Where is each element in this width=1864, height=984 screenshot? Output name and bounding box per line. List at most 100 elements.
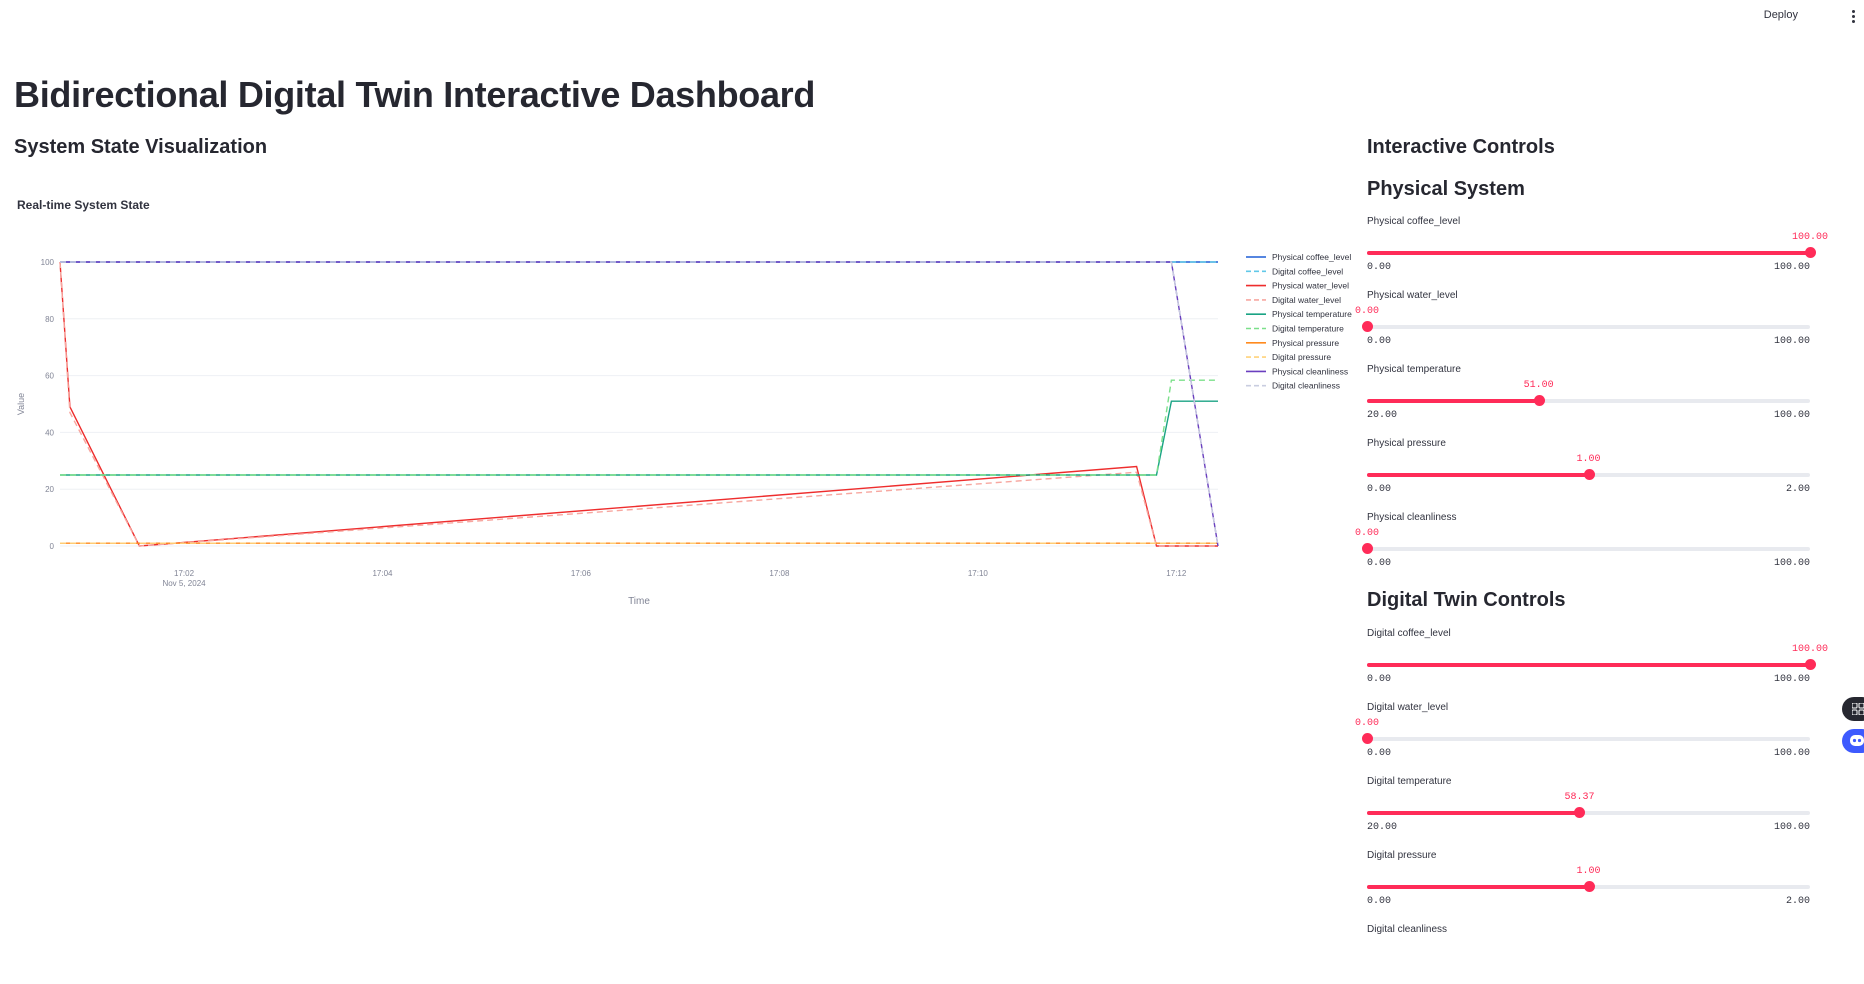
physical-slider-3[interactable]: Physical pressure 1.00 0.00 2.00 [1367, 438, 1810, 498]
legend-entry[interactable]: Digital cleanliness [1272, 381, 1340, 391]
physical-system-heading: Physical System [1367, 178, 1525, 200]
app-header: Deploy [0, 0, 1864, 34]
series-line-5 [60, 379, 1218, 476]
slider-min: 20.00 [1367, 822, 1398, 833]
slider-fill [1367, 399, 1539, 403]
kebab-menu-icon[interactable] [1852, 10, 1856, 25]
slider-label: Physical cleanliness [1367, 512, 1457, 523]
slider-value: 1.00 [1576, 454, 1601, 465]
series-line-9 [60, 261, 1219, 547]
legend-entry[interactable]: Physical cleanliness [1272, 366, 1348, 376]
series-line-4 [60, 400, 1218, 476]
slider-label: Physical pressure [1367, 438, 1446, 449]
slider-track[interactable] [1367, 807, 1810, 818]
x-tick-label: 17:10 [968, 569, 989, 578]
slider-label: Physical coffee_level [1367, 216, 1461, 227]
slider-min: 0.00 [1367, 748, 1392, 759]
x-tick-label: 17:02 [174, 569, 195, 578]
slider-min: 0.00 [1367, 558, 1392, 569]
slider-fill [1367, 473, 1589, 477]
slider-fill [1367, 811, 1580, 815]
bot-icon [1850, 735, 1864, 746]
slider-max: 100.00 [1773, 262, 1810, 273]
visualization-heading: System State Visualization [14, 136, 268, 158]
slider-thumb[interactable] [1533, 395, 1545, 406]
y-tick-label: 20 [45, 485, 54, 494]
slider-thumb[interactable] [1574, 807, 1586, 818]
slider-value: 0.00 [1354, 528, 1380, 539]
series-line-8 [60, 261, 1219, 547]
slider-thumb[interactable] [1805, 659, 1816, 670]
slider-label: Digital pressure [1367, 850, 1437, 861]
slider-fill [1367, 251, 1810, 255]
legend-entry[interactable]: Physical coffee_level [1272, 252, 1351, 262]
chart-series [59, 261, 1219, 547]
legend-entry[interactable]: Digital coffee_level [1272, 266, 1343, 276]
physical-slider-0[interactable]: Physical coffee_level 100.00 0.00 100.00 [1367, 216, 1828, 276]
series-line-3 [59, 261, 1218, 547]
slider-max: 2.00 [1785, 896, 1810, 907]
digital-slider-3[interactable]: Digital pressure 1.00 0.00 2.00 [1367, 850, 1810, 910]
digital-twin-heading: Digital Twin Controls [1367, 589, 1566, 611]
slider-track[interactable] [1362, 321, 1810, 332]
legend-entry[interactable]: Physical pressure [1272, 338, 1339, 348]
slider-track[interactable] [1367, 469, 1810, 480]
slider-track[interactable] [1367, 247, 1816, 258]
x-tick-label: 17:06 [571, 569, 592, 578]
slider-value: 100.00 [1791, 644, 1829, 655]
physical-slider-1[interactable]: Physical water_level 0.00 0.00 100.00 [1355, 290, 1810, 350]
y-tick-label: 40 [45, 428, 54, 437]
slider-min: 0.00 [1367, 336, 1392, 347]
x-tick-label: 17:04 [372, 569, 393, 578]
slider-track[interactable] [1367, 881, 1810, 892]
digital-slider-2[interactable]: Digital temperature 58.37 20.00 100.00 [1367, 776, 1810, 836]
slider-label: Physical temperature [1367, 364, 1461, 375]
chart-grid [60, 261, 1218, 547]
slider-min: 20.00 [1367, 410, 1398, 421]
legend-entry[interactable]: Digital temperature [1272, 324, 1344, 334]
slider-value: 100.00 [1791, 232, 1829, 243]
slider-label: Digital cleanliness [1367, 924, 1448, 935]
legend-entry[interactable]: Physical water_level [1272, 281, 1349, 291]
legend-entry[interactable]: Digital pressure [1272, 352, 1331, 362]
deploy-button[interactable]: Deploy [1764, 9, 1798, 21]
slider-value: 58.37 [1564, 792, 1595, 803]
assistant-fab-button[interactable] [1842, 729, 1864, 753]
y-tick-label: 60 [45, 372, 54, 381]
x-tick-label: 17:12 [1166, 569, 1187, 578]
physical-slider-2[interactable]: Physical temperature 51.00 20.00 100.00 [1367, 364, 1810, 424]
slider-thumb[interactable] [1583, 881, 1595, 892]
slider-thumb[interactable] [1805, 247, 1816, 258]
slider-max: 2.00 [1785, 484, 1810, 495]
digital-slider-0[interactable]: Digital coffee_level 100.00 0.00 100.00 [1367, 628, 1828, 688]
legend-entry[interactable]: Digital water_level [1272, 295, 1341, 305]
slider-track[interactable] [1367, 659, 1816, 670]
slider-label: Digital water_level [1367, 702, 1449, 713]
y-axis-label: Value [16, 393, 26, 415]
slider-thumb[interactable] [1362, 321, 1373, 332]
x-axis-label: Time [628, 596, 650, 607]
series-line-2 [59, 261, 1218, 547]
slider-label: Digital temperature [1367, 776, 1452, 787]
slider-thumb[interactable] [1362, 543, 1373, 554]
grid-icon [1852, 703, 1864, 715]
controls-heading: Interactive Controls [1367, 136, 1555, 158]
digital-slider-4[interactable]: Digital cleanliness [1367, 924, 1810, 984]
legend-entry[interactable]: Physical temperature [1272, 309, 1352, 319]
y-tick-label: 0 [50, 542, 55, 551]
slider-fill [1367, 663, 1810, 667]
line-chart[interactable]: 0 20 40 60 80 100 17:02Nov 5, 2024 17:04 17:06 17… [14, 190, 1354, 620]
slider-max: 100.00 [1773, 748, 1810, 759]
apps-fab-button[interactable] [1842, 697, 1864, 721]
digital-slider-1[interactable]: Digital water_level 0.00 0.00 100.00 [1355, 702, 1810, 762]
physical-slider-4[interactable]: Physical cleanliness 0.00 0.00 100.00 [1355, 512, 1810, 572]
slider-thumb[interactable] [1583, 469, 1595, 480]
slider-track[interactable] [1367, 395, 1810, 406]
y-tick-label: 80 [45, 315, 54, 324]
slider-max: 100.00 [1773, 674, 1810, 685]
slider-max: 100.00 [1773, 410, 1810, 421]
slider-thumb[interactable] [1362, 733, 1373, 744]
slider-track[interactable] [1362, 733, 1810, 744]
slider-min: 0.00 [1367, 262, 1392, 273]
slider-track[interactable] [1362, 543, 1810, 554]
